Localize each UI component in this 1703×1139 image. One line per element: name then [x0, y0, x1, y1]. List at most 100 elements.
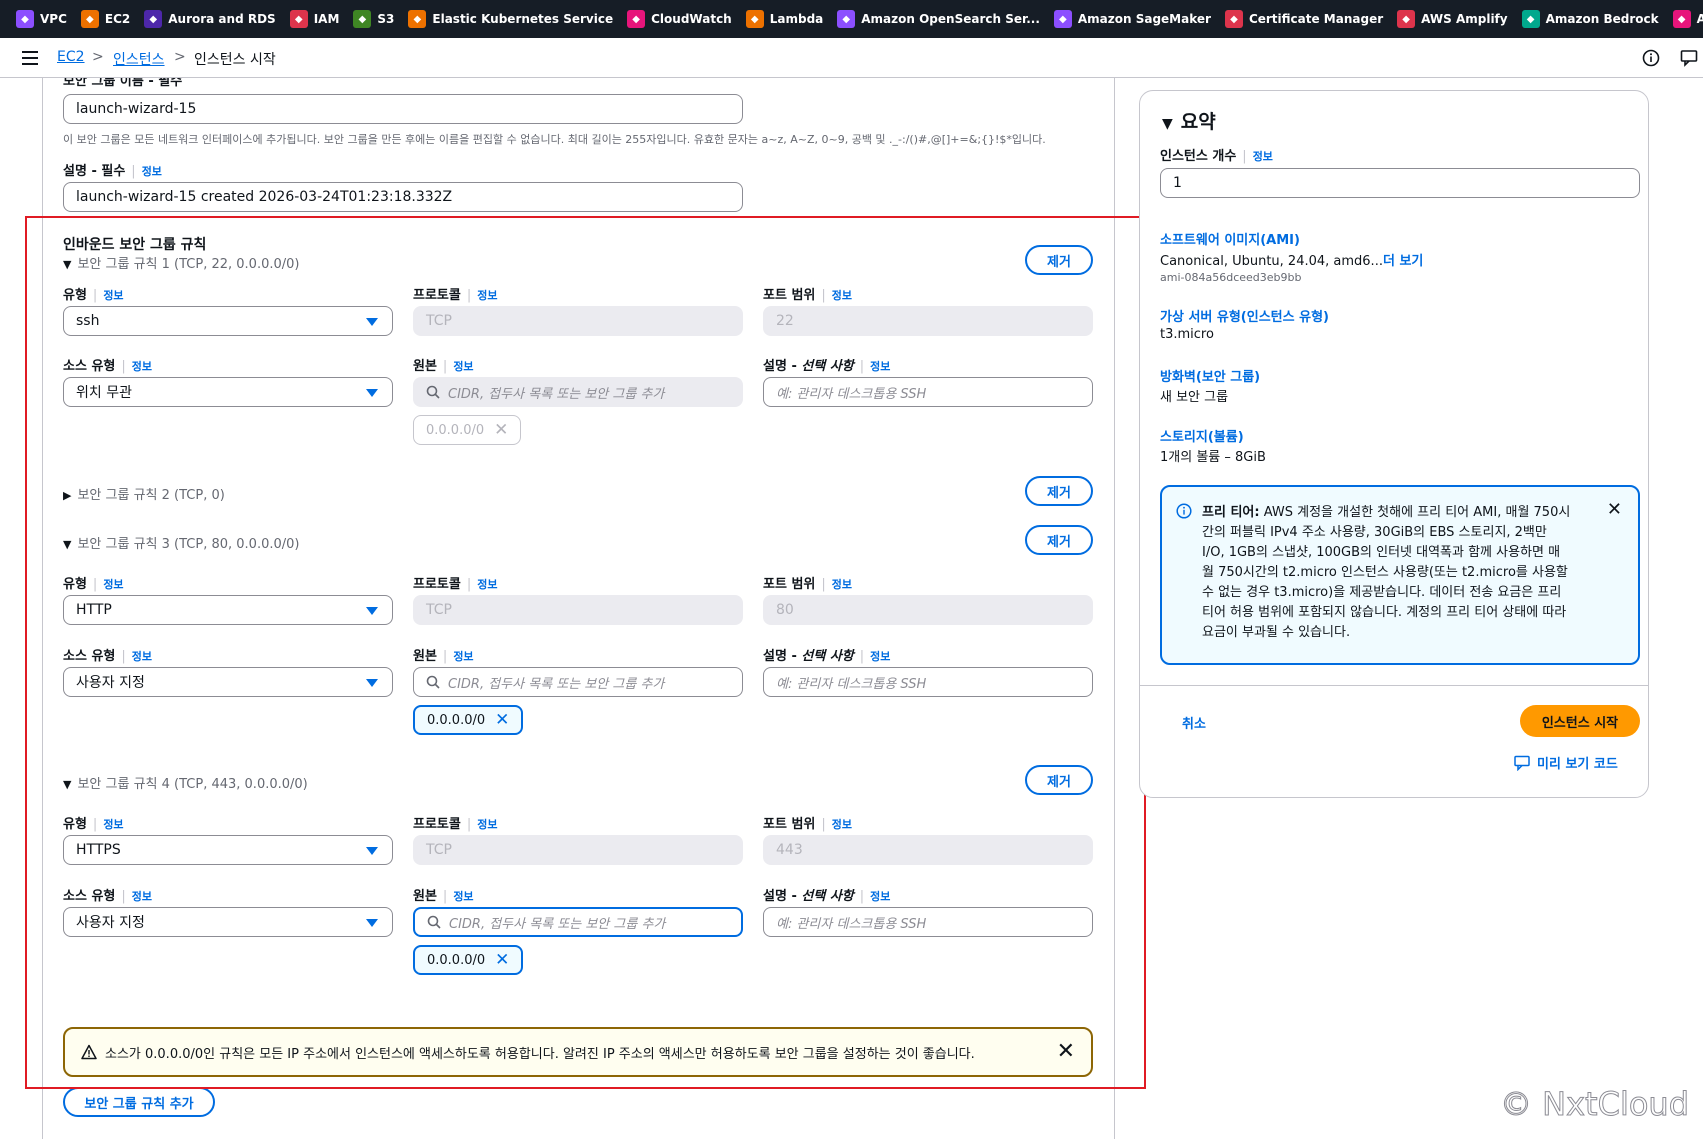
lambda-icon: ◆ [745, 10, 764, 28]
info-link[interactable]: 정보 [870, 360, 890, 373]
cidr-token: 0.0.0.0/0 ✕ [413, 415, 522, 445]
type-select[interactable]: HTTPS [63, 835, 393, 865]
close-icon[interactable]: ✕ [1057, 1039, 1075, 1064]
info-link[interactable]: 정보 [453, 890, 473, 903]
caret-down-icon: ▼ [63, 778, 72, 791]
info-link[interactable]: 정보 [103, 818, 123, 831]
instance-count-label: 인스턴스 개수 | 정보 [1160, 149, 1273, 164]
favorite-iam[interactable]: ◆ IAM [289, 10, 339, 28]
info-link[interactable]: 정보 [453, 650, 473, 663]
info-icon[interactable] [1642, 49, 1660, 67]
rule-description-input[interactable]: 예: 관리자 데스크톱용 SSH [763, 907, 1093, 937]
ami-link[interactable]: 소프트웨어 이미지(AMI) [1160, 229, 1300, 248]
breadcrumb-ec2[interactable]: EC2 [57, 49, 85, 65]
info-link[interactable]: 정보 [453, 360, 473, 373]
rule-header-2[interactable]: ▶ 보안 그룹 규칙 2 (TCP, 0) [63, 484, 225, 503]
breadcrumb-instances[interactable]: 인스턴스 [113, 49, 165, 69]
favorite-eventbridge[interactable]: ◆Amazon EventBridge [1672, 10, 1703, 28]
feedback-icon[interactable] [1680, 49, 1698, 67]
remove-rule-button[interactable]: 제거 [1025, 245, 1093, 275]
rule-description-input[interactable]: 예: 관리자 데스크톱용 SSH [763, 377, 1093, 407]
sg-name-input[interactable]: launch-wizard-15 [63, 94, 743, 124]
info-link[interactable]: 정보 [477, 289, 497, 302]
favorite-ec2[interactable]: ◆ EC2 [80, 10, 130, 28]
rule-header-3[interactable]: ▼ 보안 그룹 규칙 3 (TCP, 80, 0.0.0.0/0) [63, 533, 299, 552]
breadcrumb-separator: > [92, 49, 104, 65]
info-link[interactable]: 정보 [132, 650, 152, 663]
ami-more-link[interactable]: 더 보기 [1383, 254, 1423, 269]
source-type-select[interactable]: 위치 무관 [63, 377, 393, 407]
cidr-token[interactable]: 0.0.0.0/0 ✕ [413, 705, 524, 735]
field-label: 원본 | 정보 [413, 889, 474, 904]
summary-title[interactable]: ▼ 요약 [1162, 107, 1216, 134]
remove-rule-button[interactable]: 제거 [1025, 525, 1093, 555]
cidr-token[interactable]: 0.0.0.0/0 ✕ [413, 945, 524, 975]
remove-rule-button[interactable]: 제거 [1025, 765, 1093, 795]
add-rule-button[interactable]: 보안 그룹 규칙 추가 [63, 1087, 215, 1117]
info-link[interactable]: 정보 [477, 818, 497, 831]
source-type-select[interactable]: 사용자 지정 [63, 907, 393, 937]
chevron-down-icon [366, 318, 378, 326]
close-icon[interactable]: ✕ [495, 711, 509, 729]
favorite-opensearch[interactable]: ◆ Amazon OpenSearch Ser... [837, 10, 1040, 28]
close-icon[interactable]: ✕ [1607, 499, 1622, 520]
rule-header-1[interactable]: ▼ 보안 그룹 규칙 1 (TCP, 22, 0.0.0.0/0) [63, 253, 299, 272]
instance-count-input[interactable]: 1 [1160, 168, 1640, 198]
type-select[interactable]: ssh [63, 306, 393, 336]
firewall-link[interactable]: 방화벽(보안 그룹) [1160, 366, 1260, 385]
favorite-amplify[interactable]: ◆ AWS Amplify [1397, 10, 1508, 28]
cancel-link[interactable]: 취소 [1182, 713, 1206, 732]
rule-description-input[interactable]: 예: 관리자 데스크톱용 SSH [763, 667, 1093, 697]
instance-type-link[interactable]: 가상 서버 유형(인스턴스 유형) [1160, 306, 1329, 325]
type-select[interactable]: HTTP [63, 595, 393, 625]
info-link[interactable]: 정보 [477, 578, 497, 591]
favorite-lambda[interactable]: ◆ Lambda [745, 10, 823, 28]
info-link[interactable]: 정보 [1253, 150, 1273, 163]
favorite-s3[interactable]: ◆ S3 [353, 10, 394, 28]
search-icon [427, 915, 441, 929]
field-label: 포트 범위 | 정보 [763, 817, 853, 832]
menu-icon[interactable] [22, 51, 38, 65]
free-tier-alert: 프리 티어: AWS 계정을 개설한 첫해에 프리 티어 AMI, 매월 750… [1160, 485, 1640, 665]
info-link[interactable]: 정보 [103, 289, 123, 302]
chevron-down-icon [366, 607, 378, 615]
info-link[interactable]: 정보 [832, 818, 852, 831]
source-search-input[interactable]: CIDR, 접두사 목록 또는 보안 그룹 추가 [413, 667, 743, 697]
favorite-vpc[interactable]: ◆ VPC [16, 10, 67, 28]
sg-name-label-cut: 보안 그룹 이름 - 필수 [63, 78, 183, 89]
info-link[interactable]: 정보 [870, 650, 890, 663]
launch-instance-button[interactable]: 인스턴스 시작 [1520, 705, 1640, 737]
favorites-bar: ◆ VPC ◆ EC2 ◆ Aurora and RDS ◆ IAM ◆ S3 ◆ Elastic K… [0, 0, 1703, 38]
storage-link[interactable]: 스토리지(볼륨) [1160, 426, 1244, 445]
source-type-select[interactable]: 사용자 지정 [63, 667, 393, 697]
rule-header-4[interactable]: ▼ 보안 그룹 규칙 4 (TCP, 443, 0.0.0.0/0) [63, 773, 308, 792]
search-icon [426, 385, 440, 399]
field-label: 소스 유형 | 정보 [63, 889, 153, 904]
source-search-input[interactable]: CIDR, 접두사 목록 또는 보안 그룹 추가 [413, 907, 743, 937]
ami-value: Canonical, Ubuntu, 24.04, amd6...더 보기 [1160, 254, 1424, 269]
info-link[interactable]: 정보 [132, 890, 152, 903]
search-icon [426, 675, 440, 689]
favorite-eks[interactable]: ◆ Elastic Kubernetes Service [408, 10, 613, 28]
favorite-bedrock[interactable]: ◆ Amazon Bedrock [1521, 10, 1659, 28]
favorite-sagemaker[interactable]: ◆ Amazon SageMaker [1053, 10, 1211, 28]
close-icon[interactable]: ✕ [495, 951, 509, 969]
info-link[interactable]: 정보 [870, 890, 890, 903]
remove-rule-button[interactable]: 제거 [1025, 476, 1093, 506]
protocol-input: TCP [413, 595, 743, 625]
info-link[interactable]: 정보 [832, 289, 852, 302]
preview-code-link[interactable]: 미리 보기 코드 [1514, 753, 1618, 772]
warning-text: 소스가 0.0.0.0/0인 규칙은 모든 IP 주소에서 인스턴스에 액세스하… [105, 1046, 975, 1062]
info-link[interactable]: 정보 [103, 578, 123, 591]
field-label: 유형 | 정보 [63, 288, 124, 303]
favorite-rds[interactable]: ◆ Aurora and RDS [144, 10, 276, 28]
info-link[interactable]: 정보 [832, 578, 852, 591]
sg-desc-input[interactable]: launch-wizard-15 created 2026-03-24T01:2… [63, 182, 743, 212]
favorite-certificate[interactable]: ◆ Certificate Manager [1224, 10, 1383, 28]
info-link[interactable]: 정보 [142, 165, 162, 178]
caret-down-icon: ▼ [63, 538, 72, 551]
info-link[interactable]: 정보 [132, 360, 152, 373]
favorite-cloudwatch[interactable]: ◆ CloudWatch [627, 10, 732, 28]
breadcrumb-current: 인스턴스 시작 [194, 52, 276, 68]
main-content: 보안 그룹 이름 - 필수 launch-wizard-15 이 보안 그룹은 … [42, 78, 1115, 1139]
